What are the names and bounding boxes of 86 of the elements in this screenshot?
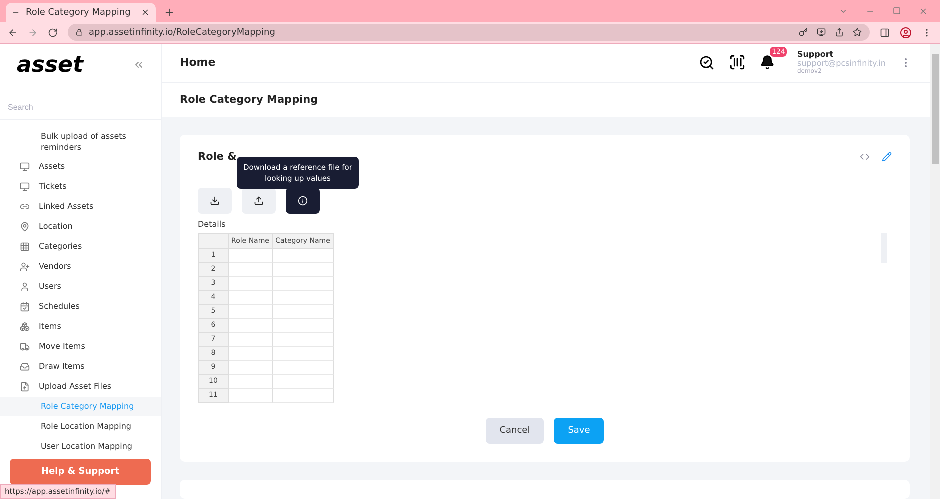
profile-icon[interactable] (900, 26, 912, 38)
details-label: Details (198, 220, 227, 229)
table-cell[interactable] (229, 318, 273, 333)
table-cell[interactable] (273, 346, 334, 361)
sidebar-item[interactable]: Bulk upload of assets reminders (0, 128, 161, 156)
table-cell[interactable] (273, 332, 334, 347)
user-email: support@pcsinfinity.in (797, 59, 886, 68)
table-cell[interactable] (273, 262, 334, 277)
back-icon[interactable] (8, 28, 18, 38)
forward-icon[interactable] (28, 28, 38, 38)
tab-title: Role Category Mapping (26, 8, 132, 18)
user-icon (20, 282, 30, 292)
browser-tab[interactable]: Role Category Mapping (6, 3, 156, 22)
calendar-icon (20, 302, 30, 312)
file-upload-icon (20, 382, 30, 392)
truck-icon (20, 342, 30, 352)
link-icon (20, 202, 30, 212)
sidebar-item[interactable]: User Location Mapping (0, 437, 161, 456)
side-panel-icon[interactable] (880, 28, 890, 38)
sidebar-item[interactable]: Upload Asset Files (0, 377, 161, 396)
upload-button[interactable] (242, 188, 276, 214)
table-cell[interactable] (229, 262, 273, 277)
table-cell[interactable] (273, 360, 334, 375)
table-cell[interactable] (273, 276, 334, 291)
page-title: Role Category Mapping (180, 94, 318, 106)
monitor-icon (20, 182, 30, 192)
search-icon[interactable] (699, 54, 716, 71)
reload-icon[interactable] (48, 28, 58, 38)
sidebar-item[interactable]: Items (0, 317, 161, 336)
lock-icon (76, 29, 83, 36)
table-cell[interactable] (229, 332, 273, 347)
install-icon[interactable] (817, 28, 826, 37)
sidebar-item[interactable]: Vendors (0, 257, 161, 276)
upload-icon (254, 196, 264, 206)
table-cell[interactable] (229, 346, 273, 361)
new-tab-icon[interactable] (164, 7, 175, 18)
table-cell[interactable] (229, 276, 273, 291)
star-icon[interactable] (853, 28, 862, 37)
user-name: Support (797, 50, 835, 60)
cancel-button[interactable]: Cancel (486, 418, 544, 444)
table-cell[interactable] (273, 248, 334, 263)
close-icon[interactable] (141, 8, 150, 17)
code-icon[interactable] (860, 152, 870, 162)
table-cell[interactable] (229, 360, 273, 375)
sidebar-item[interactable]: Linked Assets (0, 197, 161, 216)
card-title: Role & (198, 150, 237, 163)
table-cell[interactable] (273, 318, 334, 333)
boxes-icon (20, 322, 30, 332)
download-icon (210, 196, 220, 206)
table-cell[interactable] (273, 388, 334, 403)
logo: asset (17, 52, 84, 78)
table-cell[interactable] (273, 304, 334, 319)
tray-icon (20, 362, 30, 372)
table-cell[interactable] (229, 304, 273, 319)
barcode-scan-icon[interactable] (729, 54, 746, 72)
info-icon (298, 196, 308, 206)
grid-icon (20, 242, 30, 252)
monitor-icon (20, 162, 30, 172)
info-button[interactable] (286, 188, 320, 214)
table-cell[interactable] (229, 374, 273, 389)
collapse-icon[interactable] (133, 59, 145, 71)
table-cell[interactable] (229, 290, 273, 305)
download-button[interactable] (198, 188, 232, 214)
maximize-icon[interactable] (893, 7, 901, 15)
sidebar-item[interactable]: Role Location Mapping (0, 417, 161, 436)
page-scrollbar[interactable] (930, 44, 940, 499)
key-icon[interactable] (799, 28, 808, 37)
sidebar-item[interactable]: Draw Items (0, 357, 161, 376)
table-cell[interactable] (229, 248, 273, 263)
sidebar-item[interactable]: Users (0, 277, 161, 296)
share-icon[interactable] (835, 28, 844, 37)
bell-icon[interactable] (760, 55, 776, 70)
sidebar-item[interactable]: Move Items (0, 337, 161, 356)
sidebar-item[interactable]: Categories (0, 237, 161, 256)
header-title: Home (180, 56, 216, 70)
table-cell[interactable] (273, 290, 334, 305)
table-cell[interactable] (273, 374, 334, 389)
address-bar[interactable]: app.assetinfinity.io/RoleCategoryMapping (68, 24, 870, 41)
sidebar-item[interactable]: Location (0, 217, 161, 236)
user-plus-icon (20, 262, 30, 272)
sidebar-item[interactable]: Schedules (0, 297, 161, 316)
edit-icon[interactable] (882, 152, 892, 162)
sidebar-item[interactable]: Assets (0, 157, 161, 176)
sidebar-item[interactable]: Tickets (0, 177, 161, 196)
location-pin-icon (20, 222, 30, 232)
table-cell[interactable] (229, 388, 273, 403)
